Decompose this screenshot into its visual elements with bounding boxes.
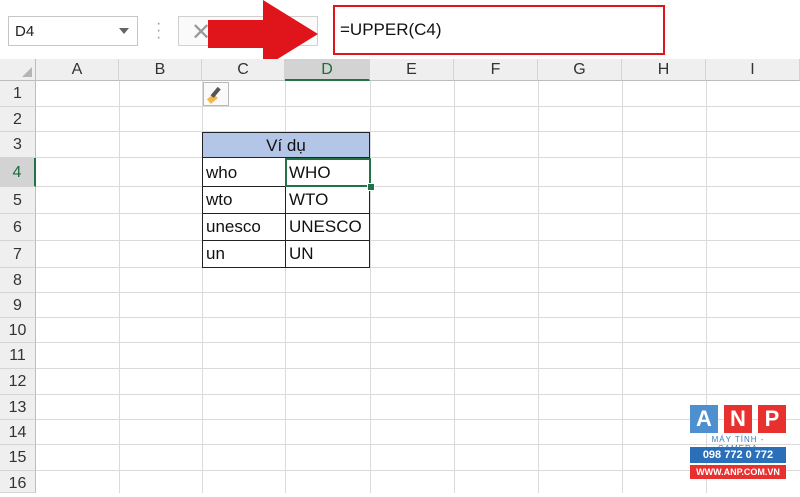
gridline: [36, 292, 800, 293]
row-header-9[interactable]: 9: [0, 293, 36, 318]
logo-letter-p: P: [758, 405, 786, 433]
gridline: [538, 81, 539, 493]
column-header-e[interactable]: E: [370, 59, 454, 81]
cell-d7-value: UN: [289, 244, 314, 263]
cell-c5-value: wto: [206, 190, 233, 209]
row-header-12[interactable]: 12: [0, 369, 36, 395]
row-header-16[interactable]: 16: [0, 471, 36, 493]
logo-letter-a: A: [690, 405, 718, 433]
column-header-d[interactable]: D: [285, 59, 370, 81]
gridline: [36, 213, 800, 214]
row-header-13[interactable]: 13: [0, 395, 36, 420]
cell-d5-value: WTO: [289, 190, 329, 209]
cell-c4-value: who: [206, 163, 238, 182]
gridline: [119, 81, 120, 493]
logo-phone: 098 772 0 772: [690, 447, 786, 463]
row-header-1[interactable]: 1: [0, 81, 36, 107]
gridline: [36, 267, 800, 268]
row-header-2[interactable]: 2: [0, 107, 36, 132]
gridline: [36, 470, 800, 471]
name-box[interactable]: D4: [8, 16, 138, 46]
row-header-6[interactable]: 6: [0, 214, 36, 241]
gridline: [36, 342, 800, 343]
gridline: [36, 394, 800, 395]
formula-bar-area: D4 ··· ✕ fx =UPPER(C4): [0, 0, 800, 68]
row-header-4[interactable]: 4: [0, 158, 36, 187]
row-header-11[interactable]: 11: [0, 343, 36, 369]
gridline: [36, 106, 800, 107]
drag-handle-icon[interactable]: · · ·: [156, 16, 162, 46]
active-cell-border: [285, 158, 371, 187]
row-header-10[interactable]: 10: [0, 318, 36, 343]
column-header-h[interactable]: H: [622, 59, 706, 81]
column-header-g[interactable]: G: [538, 59, 622, 81]
cell-c6-value: unesco: [206, 217, 261, 236]
row-header-14[interactable]: 14: [0, 420, 36, 445]
formula-text: =UPPER(C4): [340, 20, 442, 39]
row-header-8[interactable]: 8: [0, 268, 36, 293]
gridline: [622, 81, 623, 493]
logo-letter-n: N: [724, 405, 752, 433]
row-header-3[interactable]: 3: [0, 132, 36, 158]
gridline: [36, 186, 800, 187]
row-header-7[interactable]: 7: [0, 241, 36, 268]
column-header-i[interactable]: I: [706, 59, 800, 81]
name-box-value: D4: [15, 23, 35, 40]
paintbrush-icon: [207, 86, 221, 104]
column-header-b[interactable]: B: [119, 59, 202, 81]
gridline: [454, 81, 455, 493]
cell-d6-value: UNESCO: [289, 217, 362, 236]
gridline: [36, 444, 800, 445]
table-header-cell[interactable]: Ví dụ: [202, 132, 370, 158]
gridline: [36, 419, 800, 420]
gridline: [36, 368, 800, 369]
row-header-15[interactable]: 15: [0, 445, 36, 471]
column-header-f[interactable]: F: [454, 59, 538, 81]
paste-options-button[interactable]: [203, 82, 229, 106]
fill-handle[interactable]: [367, 183, 375, 191]
gridline: [370, 81, 371, 493]
chevron-down-icon[interactable]: [119, 28, 129, 34]
spreadsheet-grid: A B C D E F G H I 1 2 3 4 5 6 7 8 9 10 1…: [0, 59, 800, 493]
formula-input[interactable]: =UPPER(C4): [333, 5, 665, 55]
cell-c7-value: un: [206, 244, 225, 263]
logo-website: WWW.ANP.COM.VN: [690, 465, 786, 479]
row-header-5[interactable]: 5: [0, 187, 36, 214]
column-header-a[interactable]: A: [36, 59, 119, 81]
gridline: [36, 131, 800, 132]
red-arrow-icon: [208, 0, 318, 68]
select-all-button[interactable]: [0, 59, 36, 81]
gridline: [36, 317, 800, 318]
anp-logo: A N P MÁY TÍNH - CAMERA 098 772 0 772 WW…: [690, 405, 786, 485]
gridline: [36, 240, 800, 241]
gridline: [36, 157, 800, 158]
column-header-c[interactable]: C: [202, 59, 285, 81]
